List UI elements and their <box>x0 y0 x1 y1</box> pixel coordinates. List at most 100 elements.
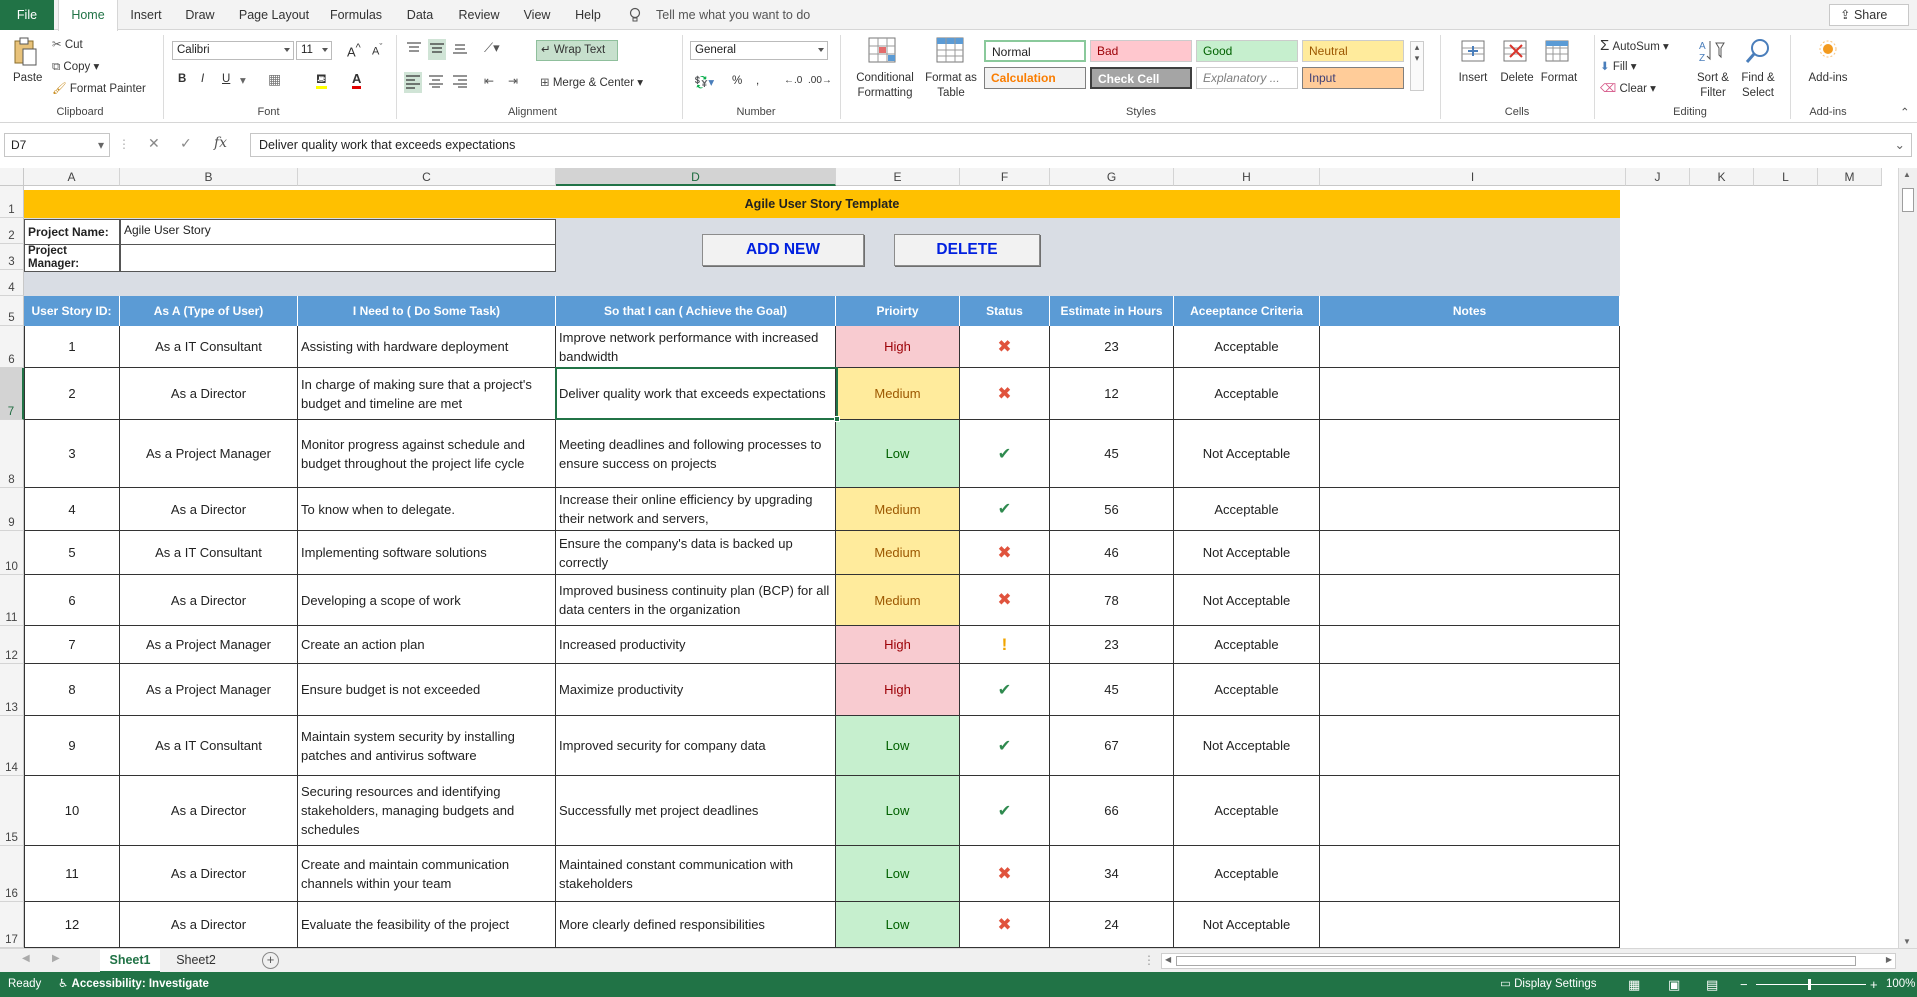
number-format-select[interactable]: General <box>690 41 828 60</box>
cut-button[interactable]: ✂ Cut <box>52 37 83 51</box>
add-new-button[interactable]: ADD NEW <box>702 234 864 266</box>
cell-task[interactable]: Evaluate the feasibility of the project <box>298 902 556 948</box>
cell-notes[interactable] <box>1320 716 1620 776</box>
cancel-icon[interactable]: ✕ <box>148 135 160 152</box>
cell-user-type[interactable]: As a Director <box>120 368 298 420</box>
column-header-k[interactable]: K <box>1690 168 1754 186</box>
style-explanatory[interactable]: Explanatory ... <box>1196 67 1298 89</box>
cell-status[interactable]: ✖ <box>960 575 1050 626</box>
bold-button[interactable]: B <box>178 73 186 85</box>
cell-status[interactable]: ✖ <box>960 531 1050 575</box>
accessibility-status[interactable]: ♿ Accessibility: Investigate <box>58 972 209 997</box>
tab-home[interactable]: Home <box>58 0 118 31</box>
cell-user-type[interactable]: As a Director <box>120 776 298 846</box>
cell-user-type[interactable]: As a IT Consultant <box>120 531 298 575</box>
cell-priority[interactable]: Low <box>836 420 960 488</box>
tab-help[interactable]: Help <box>566 0 610 30</box>
cell-task[interactable]: To know when to delegate. <box>298 488 556 531</box>
cell-task[interactable]: Implementing software solutions <box>298 531 556 575</box>
project-manager-value[interactable] <box>120 244 556 272</box>
cell-notes[interactable] <box>1320 575 1620 626</box>
cell-estimate[interactable]: 23 <box>1050 326 1174 368</box>
cell-status[interactable]: ✔ <box>960 488 1050 531</box>
cell-story-id[interactable]: 6 <box>24 575 120 626</box>
sort-filter-label[interactable]: Sort & Filter <box>1688 71 1738 101</box>
horizontal-scroll-thumb[interactable] <box>1176 956 1856 966</box>
cell-goal[interactable]: Meeting deadlines and following processe… <box>556 420 836 488</box>
cell-notes[interactable] <box>1320 846 1620 902</box>
cell-notes[interactable] <box>1320 626 1620 664</box>
cell-goal[interactable]: Increase their online efficiency by upgr… <box>556 488 836 531</box>
cell-user-type[interactable]: As a Director <box>120 846 298 902</box>
cell-notes[interactable] <box>1320 531 1620 575</box>
scroll-left-icon[interactable]: ◀ <box>1165 955 1171 964</box>
tab-view[interactable]: View <box>516 0 558 30</box>
tab-data[interactable]: Data <box>398 0 442 30</box>
decrease-decimal-icon[interactable]: .00→ <box>808 75 832 86</box>
row-header-5[interactable]: 5 <box>0 296 24 326</box>
column-header-j[interactable]: J <box>1626 168 1690 186</box>
fill-handle[interactable] <box>834 416 840 422</box>
tell-me-box[interactable]: Tell me what you want to do <box>628 0 810 30</box>
format-painter-button[interactable]: 🖌 Format Painter <box>52 81 146 95</box>
merge-center-button[interactable]: ⊞ Merge & Center ▾ <box>540 75 643 89</box>
row-header-16[interactable]: 16 <box>0 846 24 902</box>
delete-cells-icon[interactable] <box>1502 37 1530 68</box>
decrease-indent-icon[interactable]: ⇤ <box>484 74 494 88</box>
cell-priority[interactable]: Medium <box>836 575 960 626</box>
orientation-icon[interactable]: ⟋▾ <box>484 40 500 56</box>
confirm-icon[interactable]: ✓ <box>180 135 192 152</box>
style-normal[interactable]: Normal <box>984 40 1086 62</box>
column-header-i[interactable]: I <box>1320 168 1626 186</box>
row-header-4[interactable]: 4 <box>0 270 24 296</box>
cell-task[interactable]: Securing resources and identifying stake… <box>298 776 556 846</box>
cell-goal[interactable]: Successfully met project deadlines <box>556 776 836 846</box>
cell-priority[interactable]: Low <box>836 716 960 776</box>
column-header-a[interactable]: A <box>24 168 120 186</box>
cell-task[interactable]: Ensure budget is not exceeded <box>298 664 556 716</box>
column-header-c[interactable]: C <box>298 168 556 186</box>
add-sheet-icon[interactable]: + <box>262 952 279 969</box>
cell-status[interactable]: ✖ <box>960 368 1050 420</box>
cell-task[interactable]: Developing a scope of work <box>298 575 556 626</box>
style-neutral[interactable]: Neutral <box>1302 40 1404 62</box>
expand-formula-icon[interactable]: ⌄ <box>1895 134 1905 156</box>
collapse-ribbon-icon[interactable]: ⌃ <box>1900 105 1910 119</box>
row-header-11[interactable]: 11 <box>0 575 24 626</box>
cell-notes[interactable] <box>1320 776 1620 846</box>
italic-button[interactable]: I <box>201 73 204 85</box>
format-as-table-icon[interactable] <box>936 37 966 68</box>
vertical-scroll-thumb[interactable] <box>1902 188 1914 212</box>
addins-icon[interactable] <box>1818 39 1838 62</box>
zoom-out-icon[interactable]: − <box>1740 972 1748 997</box>
cell-notes[interactable] <box>1320 420 1620 488</box>
cell-estimate[interactable]: 56 <box>1050 488 1174 531</box>
font-family-select[interactable]: Calibri <box>172 41 294 60</box>
underline-button[interactable]: U <box>222 73 230 85</box>
cell-user-type[interactable]: As a IT Consultant <box>120 326 298 368</box>
cell-notes[interactable] <box>1320 902 1620 948</box>
insert-function-icon[interactable]: fx <box>214 135 227 151</box>
row-header-3[interactable]: 3 <box>0 244 24 270</box>
scroll-right-icon[interactable]: ▶ <box>1886 955 1892 964</box>
find-select-label[interactable]: Find & Select <box>1732 71 1784 101</box>
cell-priority[interactable]: Medium <box>836 531 960 575</box>
format-as-table-label[interactable]: Format as Table <box>920 71 982 101</box>
cell-acceptance[interactable]: Acceptable <box>1174 368 1320 420</box>
column-header-f[interactable]: F <box>960 168 1050 186</box>
row-header-7[interactable]: 7 <box>0 368 24 420</box>
row-header-9[interactable]: 9 <box>0 488 24 531</box>
column-header-g[interactable]: G <box>1050 168 1174 186</box>
style-check-cell[interactable]: Check Cell <box>1090 67 1192 89</box>
comma-icon[interactable]: , <box>756 75 759 87</box>
share-button[interactable]: ⇪ Share <box>1829 4 1909 26</box>
format-cells-label[interactable]: Format <box>1534 71 1584 86</box>
cell-status[interactable]: ✔ <box>960 776 1050 846</box>
formula-input[interactable]: Deliver quality work that exceeds expect… <box>250 133 1912 157</box>
cell-story-id[interactable]: 10 <box>24 776 120 846</box>
row-header-8[interactable]: 8 <box>0 420 24 488</box>
cell-notes[interactable] <box>1320 368 1620 420</box>
cell-status[interactable]: ✔ <box>960 664 1050 716</box>
row-header-15[interactable]: 15 <box>0 776 24 846</box>
wrap-text-button[interactable]: ↵ Wrap Text <box>536 40 618 61</box>
